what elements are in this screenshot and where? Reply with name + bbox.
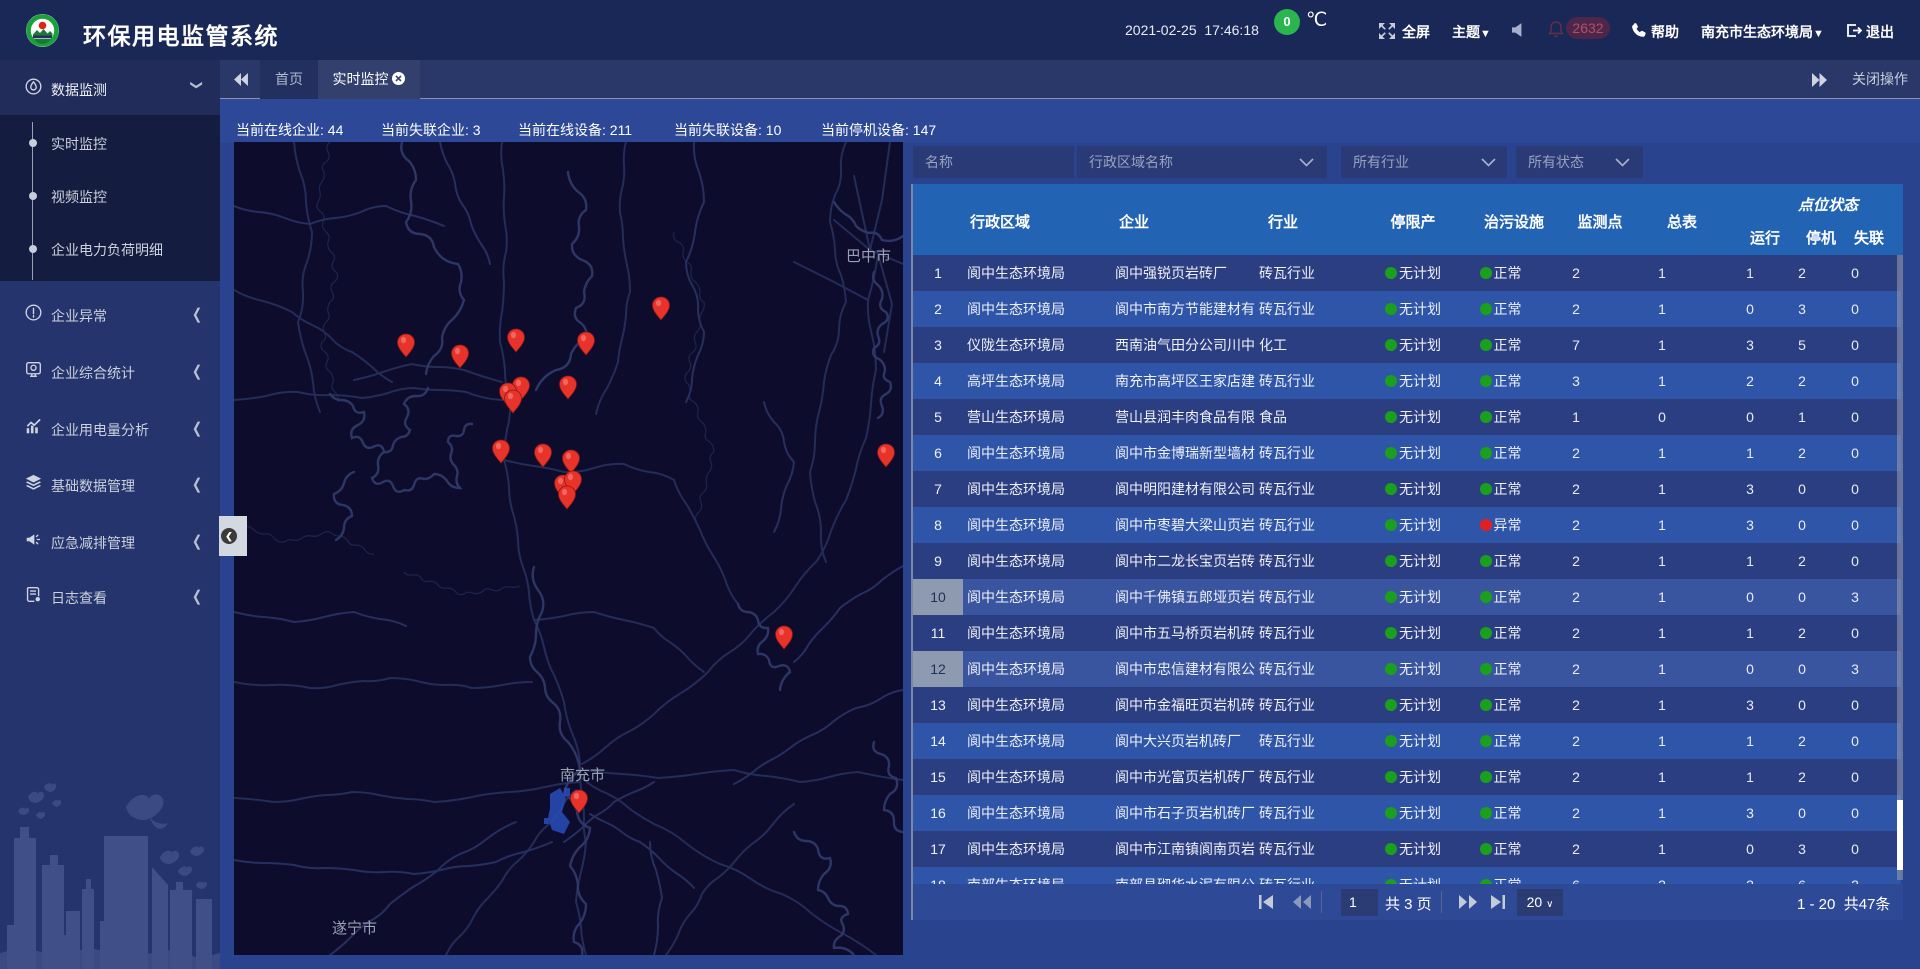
svg-text:南充市: 南充市	[560, 767, 605, 784]
svg-text:巴中市: 巴中市	[846, 248, 891, 265]
svg-text:遂宁市: 遂宁市	[332, 920, 377, 937]
